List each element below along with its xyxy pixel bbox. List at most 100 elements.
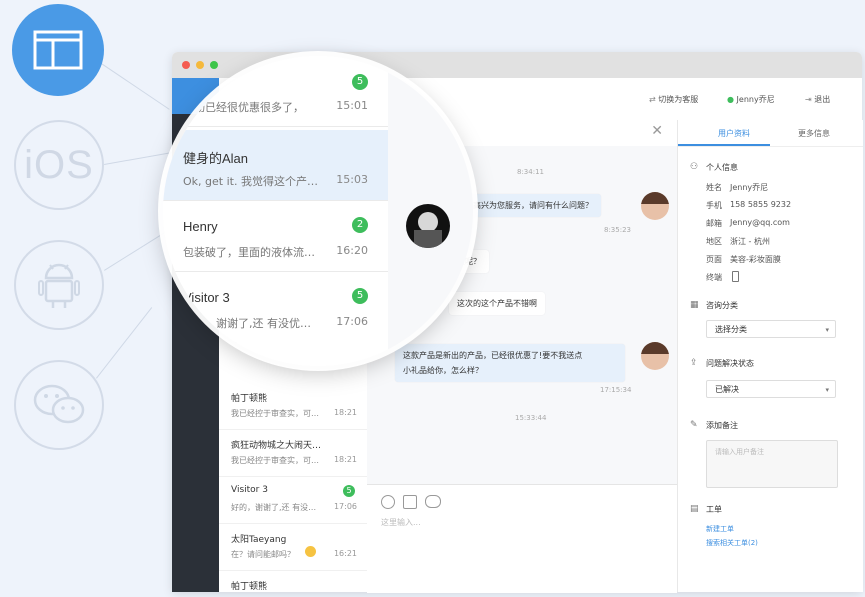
conversation-snippet: 好的，谢谢了,还 有没…: [231, 503, 317, 512]
note-textarea[interactable]: 请输入用户备注: [706, 440, 838, 488]
platform-web[interactable]: [12, 4, 104, 96]
unread-badge: 5: [343, 485, 355, 497]
mobile-device-icon: [732, 271, 739, 282]
category-select[interactable]: 选择分类 ▾: [706, 320, 836, 338]
user-icon: ⚇: [690, 162, 699, 172]
conversation-time: 15:03: [336, 173, 368, 186]
field-label: 姓名: [706, 183, 722, 192]
conversation-time: 16:20: [336, 244, 368, 257]
message-input[interactable]: 这里输入...: [381, 517, 421, 528]
message-input-area: 这里输入...: [367, 484, 677, 593]
conversation-snippet: 好的，谢谢了,还 有没优…: [183, 317, 311, 330]
status-icon: ⇪: [690, 358, 698, 368]
list-item[interactable]: or 1 5 活动已经很优惠很多了， 15:01: [163, 56, 388, 127]
android-icon: [38, 263, 80, 308]
logout-icon: ⇥: [805, 95, 815, 104]
user-status[interactable]: ● Jenny乔尼: [727, 94, 775, 105]
online-dot-icon: ●: [727, 95, 737, 104]
platform-ios[interactable]: iOS: [14, 120, 104, 210]
switch-to-agent-button[interactable]: ⇄ 切换为客服: [649, 94, 698, 105]
category-icon: ▦: [690, 300, 699, 310]
conversation-name: 健身的Alan: [183, 151, 249, 166]
conversation-name: Visitor 3: [183, 290, 230, 305]
field-value: 浙江 - 杭州: [730, 237, 770, 246]
browser-window-icon: [33, 30, 83, 70]
conversation-time: 17:06: [336, 315, 368, 328]
customer-info-panel: 用户资料 更多信息 ⚇ 个人信息 姓名 Jenny乔尼 手机 158 5855 …: [677, 120, 863, 592]
visitor-avatar: [406, 204, 450, 248]
field-label: 邮箱: [706, 219, 722, 228]
conversation-time: 15:01: [336, 99, 368, 112]
status-select-value: 已解决: [715, 385, 739, 394]
section-category: 咨询分类: [706, 301, 738, 310]
list-item[interactable]: Visitor 3 5 好的，谢谢了,还 有没… 17:06: [219, 477, 367, 524]
conversation-name: 帕丁顿熊: [231, 394, 268, 404]
list-item[interactable]: 帕丁顿熊 我已经控于审查实，可… 18:21: [219, 383, 367, 430]
tab-profile[interactable]: 用户资料: [718, 128, 750, 139]
chevron-down-icon: ▾: [825, 326, 829, 334]
list-item[interactable]: Taeyang: [163, 342, 388, 366]
close-chat-icon[interactable]: ✕: [651, 123, 663, 139]
ios-label: iOS: [24, 142, 94, 187]
magnified-chat: [388, 56, 473, 366]
new-ticket-link[interactable]: 新建工单: [706, 524, 734, 534]
category-select-value: 选择分类: [715, 325, 747, 334]
list-item[interactable]: Visitor 3 5 好的，谢谢了,还 有没优… 17:06: [163, 272, 388, 343]
image-icon[interactable]: [403, 495, 417, 509]
ticket-icon: ▤: [690, 504, 699, 514]
agent-avatar: [641, 342, 669, 370]
conversation-name: Henry: [183, 219, 218, 234]
tab-more-info[interactable]: 更多信息: [798, 128, 830, 139]
message-line: 小礼品给你，怎么样？: [403, 366, 483, 375]
list-item[interactable]: Henry 2 包装破了，里面的液体流… 16:20: [163, 201, 388, 272]
section-ticket: 工单: [706, 505, 722, 514]
divider: [678, 146, 863, 147]
magnifier-lens: or 1 5 活动已经很优惠很多了， 15:01 健身的Alan Ok, get…: [163, 56, 473, 366]
field-value: 158 5855 9232: [730, 200, 792, 209]
platform-wechat[interactable]: [14, 360, 104, 450]
message-time: 17:15:34: [600, 386, 632, 394]
conversation-name: 疯狂动物城之大闹天…: [231, 441, 322, 451]
field-label: 地区: [706, 237, 722, 246]
note-placeholder: 请输入用户备注: [715, 448, 764, 456]
section-personal-info: 个人信息: [706, 163, 738, 172]
list-item[interactable]: 太阳Taeyang 在？请问能邮吗？ 16:21: [219, 524, 367, 571]
conversation-name: Visitor 3: [231, 485, 268, 495]
conversation-snippet: Ok, get it. 我觉得这个产…: [183, 175, 318, 188]
conversation-snippet: 我已经控于审查实，可…: [231, 409, 319, 418]
chat-message: 很高兴为您服务，请问有什么问题？: [457, 194, 601, 217]
edit-note-icon: ✎: [690, 420, 698, 430]
conversation-snippet: 在？请问能邮吗？: [231, 550, 295, 559]
smiley-emoji-icon: [305, 546, 316, 557]
emoji-icon[interactable]: [381, 495, 395, 509]
platform-android[interactable]: [14, 240, 104, 330]
chevron-down-icon: ▾: [825, 386, 829, 394]
quick-reply-icon[interactable]: [425, 495, 441, 508]
conversation-snippet: 包装破了，里面的液体流…: [183, 246, 315, 259]
status-select[interactable]: 已解决 ▾: [706, 380, 836, 398]
message-time: 8:35:23: [604, 226, 631, 234]
field-value: Jenny乔尼: [730, 183, 769, 192]
search-ticket-link[interactable]: 搜索相关工单(2): [706, 538, 758, 548]
conversation-time: 18:21: [333, 408, 357, 417]
conversation-time: 16:21: [333, 549, 357, 558]
list-item[interactable]: 帕丁顿熊: [219, 571, 367, 592]
list-item[interactable]: 疯狂动物城之大闹天… 我已经控于审查实，可… 18:21: [219, 430, 367, 477]
field-value: 美容-彩妆面膜: [730, 255, 781, 264]
field-label: 手机: [706, 201, 722, 210]
unread-badge: 5: [352, 288, 368, 304]
chat-timestamp: 8:34:11: [517, 168, 544, 176]
agent-avatar: [641, 192, 669, 220]
conversation-name: or 1: [183, 76, 206, 91]
nav-sidebar: [163, 338, 183, 366]
conversation-name: 太阳Taeyang: [231, 535, 287, 545]
list-item-selected[interactable]: 健身的Alan Ok, get it. 我觉得这个产… 15:03: [163, 130, 388, 201]
wechat-icon: [33, 384, 85, 424]
logout-button[interactable]: ⇥ 退出: [805, 94, 830, 105]
conversation-snippet: 我已经控于审查实，可…: [231, 456, 319, 465]
field-label: 页面: [706, 255, 722, 264]
conversation-name: 帕丁顿熊: [231, 582, 268, 592]
conversation-time: 18:21: [333, 455, 357, 464]
unread-badge: 2: [352, 217, 368, 233]
field-value: Jenny@qq.com: [730, 218, 790, 227]
